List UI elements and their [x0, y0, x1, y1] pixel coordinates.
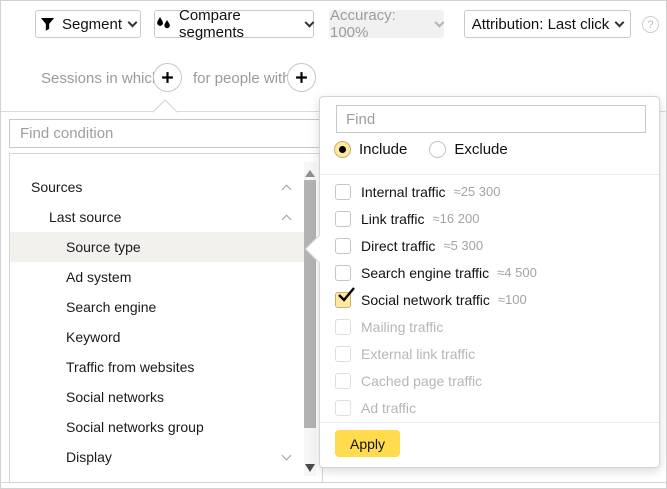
tree-item-search-engine[interactable]: Search engine — [10, 292, 304, 322]
segment-button[interactable]: Segment — [35, 10, 141, 38]
segment-button-label: Segment — [62, 16, 122, 33]
include-exclude-radios: Include Exclude — [334, 141, 508, 158]
tree-item-label: Last source — [49, 209, 121, 225]
for-people-with-label: for people with — [193, 70, 291, 87]
apply-button[interactable]: Apply — [335, 430, 400, 457]
checkbox-icon — [335, 319, 351, 335]
checkbox-icon — [335, 184, 351, 200]
option-internal-traffic[interactable]: Internal traffic ≈25 300 — [335, 178, 653, 205]
exclude-label: Exclude — [454, 141, 507, 158]
option-label: Cached page traffic — [361, 373, 482, 389]
scrollbar-thumb[interactable] — [304, 180, 316, 428]
tree-item-ad-system[interactable]: Ad system — [10, 262, 304, 292]
tree-item-label: Social networks — [66, 389, 164, 405]
tree-item-keyword[interactable]: Keyword — [10, 322, 304, 352]
option-direct-traffic[interactable]: Direct traffic ≈5 300 — [335, 232, 653, 259]
tree-item-label: Search engine — [66, 299, 156, 315]
tree-item-label: Traffic from websites — [66, 359, 194, 375]
tree-item-label: Social networks group — [66, 419, 204, 435]
option-mailing-traffic[interactable]: Mailing traffic — [335, 313, 653, 340]
checkbox-icon — [335, 211, 351, 227]
source-type-popup: Include Exclude Internal traffic ≈25 300… — [319, 96, 660, 468]
accuracy-button[interactable]: Accuracy: 100% — [329, 10, 444, 38]
tree-item-social-networks-group[interactable]: Social networks group — [10, 412, 304, 442]
option-link-traffic[interactable]: Link traffic ≈16 200 — [335, 205, 653, 232]
checkbox-icon — [335, 265, 351, 281]
checkbox-icon — [335, 400, 351, 416]
option-label: Mailing traffic — [361, 319, 443, 335]
option-label: Social network traffic — [361, 292, 490, 308]
question-glyph: ? — [647, 19, 653, 31]
traffic-options-list: Internal traffic ≈25 300 Link traffic ≈1… — [335, 178, 653, 421]
question-icon[interactable]: ? — [642, 16, 659, 33]
option-label: Ad traffic — [361, 400, 416, 416]
chevron-down-icon — [128, 17, 138, 27]
sessions-in-which-label: Sessions in which — [41, 70, 160, 87]
option-count: ≈100 — [498, 292, 527, 307]
tree-scrollbar[interactable] — [304, 162, 316, 476]
add-session-condition-button[interactable] — [153, 63, 182, 92]
tree-item-source-type[interactable]: Source type — [10, 232, 304, 262]
scroll-down-icon[interactable] — [305, 464, 315, 472]
find-input[interactable] — [336, 105, 646, 133]
checkbox-icon — [335, 346, 351, 362]
option-external-link-traffic[interactable]: External link traffic — [335, 340, 653, 367]
option-social-network-traffic[interactable]: Social network traffic ≈100 — [335, 286, 653, 313]
attribution-button[interactable]: Attribution: Last click — [464, 10, 631, 38]
option-label: External link traffic — [361, 346, 475, 362]
chevron-down-icon — [435, 17, 445, 27]
option-search-engine-traffic[interactable]: Search engine traffic ≈4 500 — [335, 259, 653, 286]
popup-divider — [320, 174, 659, 175]
tree-item-label: Sources — [31, 179, 82, 195]
option-label: Search engine traffic — [361, 265, 489, 281]
chevron-down-icon — [615, 17, 625, 27]
plus-icon — [161, 71, 174, 84]
tree-item-last-source[interactable]: Last source — [10, 202, 304, 232]
attribution-label: Attribution: Last click — [472, 16, 610, 33]
compare-segments-button[interactable]: Compare segments — [154, 10, 314, 38]
exclude-radio[interactable]: Exclude — [429, 141, 507, 158]
tree-item-label: Keyword — [66, 329, 120, 345]
option-label: Internal traffic — [361, 184, 446, 200]
include-radio[interactable]: Include — [334, 141, 407, 158]
chevron-down-icon — [305, 17, 315, 27]
radio-unselected-icon — [429, 141, 446, 158]
option-label: Direct traffic — [361, 238, 435, 254]
popup-divider — [320, 422, 659, 423]
funnel-icon — [40, 17, 55, 32]
option-label: Link traffic — [361, 211, 425, 227]
option-count: ≈5 300 — [443, 238, 483, 253]
tree-item-traffic-from-websites[interactable]: Traffic from websites — [10, 352, 304, 382]
chevron-down-icon — [282, 451, 292, 461]
tree-item-display[interactable]: Display — [10, 442, 304, 472]
option-count: ≈25 300 — [454, 184, 501, 199]
checkbox-icon — [335, 373, 351, 389]
include-label: Include — [359, 141, 407, 158]
option-count: ≈16 200 — [433, 211, 480, 226]
add-user-condition-button[interactable] — [287, 63, 316, 92]
option-count: ≈4 500 — [497, 265, 537, 280]
option-cached-page-traffic[interactable]: Cached page traffic — [335, 367, 653, 394]
chevron-up-icon — [282, 215, 292, 225]
checkbox-checked-icon — [335, 292, 351, 308]
option-ad-traffic[interactable]: Ad traffic — [335, 394, 653, 421]
tree-item-label: Ad system — [66, 269, 131, 285]
tree-item-label: Source type — [66, 239, 141, 255]
tree-item-sources[interactable]: Sources — [10, 172, 304, 202]
chevron-up-icon — [282, 185, 292, 195]
accuracy-label: Accuracy: 100% — [330, 7, 429, 41]
radio-selected-icon — [334, 141, 351, 158]
plus-icon — [295, 71, 308, 84]
metrica-segment-screen: Segment Compare segments Accuracy: 100% … — [0, 0, 667, 489]
scroll-up-icon[interactable] — [305, 170, 315, 177]
condition-tree-panel: Sources Last source Source type Ad syste… — [9, 153, 323, 483]
compare-segments-label: Compare segments — [179, 7, 299, 41]
checkbox-icon — [335, 238, 351, 254]
droplets-icon — [155, 16, 172, 32]
tree-item-social-networks[interactable]: Social networks — [10, 382, 304, 412]
tree-item-label: Display — [66, 449, 112, 465]
